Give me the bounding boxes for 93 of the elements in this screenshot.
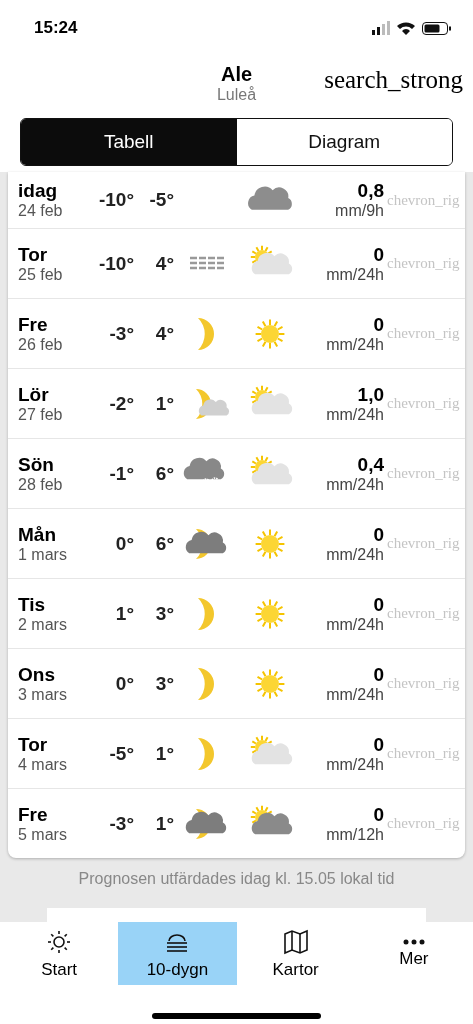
row-link[interactable]: chevron_rig: [384, 465, 460, 482]
view-tab[interactable]: Tabell: [21, 119, 237, 165]
wifi-icon: [397, 21, 415, 35]
day-name: Fre: [18, 803, 49, 826]
row-link[interactable]: chevron_rig: [384, 675, 460, 692]
row-link[interactable]: chevron_rig: [384, 605, 460, 622]
precipitation-amount: 0: [373, 593, 384, 616]
low-temperature: -10°: [97, 189, 134, 211]
row-link[interactable]: chevron_rig: [384, 325, 460, 342]
nav-tab[interactable]: Start: [0, 922, 119, 985]
nav-label: 10-dygn: [146, 959, 209, 980]
day-date: 25 feb: [18, 265, 64, 284]
night-weather-icon: [197, 316, 215, 351]
row-link[interactable]: chevron_rig: [384, 535, 460, 552]
day-name: Fre: [18, 313, 49, 336]
day-name: Sön: [18, 453, 55, 476]
row-link[interactable]: chevron_rig: [384, 745, 460, 762]
signal-icon: [372, 21, 390, 35]
nav-label: Mer: [399, 948, 429, 969]
location-title: Ale: [220, 62, 253, 86]
nav-label: Start: [41, 959, 78, 980]
nav-tab[interactable]: Kartor: [236, 922, 355, 985]
day-date: 5 mars: [18, 825, 68, 844]
precipitation-amount: 0,8: [357, 180, 384, 202]
row-link[interactable]: chevron_rig: [384, 395, 460, 412]
high-temperature: 6°: [154, 532, 174, 555]
precipitation-unit: mm/24h: [326, 755, 384, 774]
precipitation-amount: 0,4: [357, 453, 384, 476]
nav-tab[interactable]: 10-dygn: [118, 922, 237, 985]
low-temperature: -3°: [108, 322, 134, 345]
day-name: Mån: [18, 523, 57, 546]
high-temperature: 1°: [154, 392, 174, 415]
high-temperature: 1°: [154, 812, 174, 835]
day-date: 28 feb: [18, 475, 64, 494]
low-temperature: -5°: [108, 742, 134, 765]
day-date: 24 feb: [18, 202, 64, 220]
day-name: Tor: [18, 243, 49, 266]
high-temperature: 4°: [154, 322, 174, 345]
low-temperature: 0°: [114, 672, 134, 695]
day-date: 3 mars: [18, 685, 68, 704]
precipitation-unit: mm/24h: [326, 615, 384, 634]
precipitation-unit: mm/12h: [326, 825, 384, 844]
precipitation-amount: 0: [373, 733, 384, 756]
precipitation-amount: 0: [373, 243, 384, 266]
night-weather-icon: [197, 736, 215, 771]
map-icon: [281, 927, 310, 956]
day-name: Tis: [18, 593, 47, 616]
high-temperature: 1°: [154, 742, 174, 765]
precipitation-unit: mm/24h: [326, 685, 384, 704]
row-link[interactable]: chevron_rig: [384, 815, 460, 832]
night-weather-icon: [197, 666, 215, 701]
search-button[interactable]: search_strong: [324, 66, 463, 94]
precipitation-amount: 0: [373, 313, 384, 336]
precipitation-unit: mm/24h: [326, 475, 384, 494]
nav-tab[interactable]: Mer: [354, 922, 473, 985]
low-temperature: 1°: [114, 602, 134, 625]
precipitation-unit: mm/24h: [326, 405, 384, 424]
location-subtitle: Luleå: [216, 85, 257, 104]
day-date: 27 feb: [18, 405, 64, 424]
forecast-note: Prognosen utfärdades idag kl. 15.05 lokal tid: [77, 870, 396, 888]
day-name: Tor: [18, 733, 49, 756]
status-time: 15:24: [34, 18, 78, 38]
high-temperature: 6°: [154, 462, 174, 485]
low-temperature: 0°: [114, 532, 134, 555]
precipitation-amount: 1,0: [357, 383, 384, 406]
night-weather-icon: [197, 596, 215, 631]
high-temperature: 3°: [154, 672, 174, 695]
precipitation-amount: 0: [373, 803, 384, 826]
nav-label: Kartor: [272, 959, 319, 980]
low-temperature: -1°: [108, 462, 134, 485]
battery-icon: [422, 21, 451, 35]
high-temperature: 3°: [154, 602, 174, 625]
row-link[interactable]: chevron_rig: [384, 255, 460, 272]
precipitation-amount: 0: [373, 523, 384, 546]
day-date: 4 mars: [18, 755, 68, 774]
precipitation-unit: mm/9h: [335, 202, 384, 220]
precipitation-unit: mm/24h: [326, 335, 384, 354]
precipitation-amount: 0: [373, 663, 384, 686]
high-temperature: 4°: [154, 252, 174, 275]
row-link[interactable]: chevron_rig: [384, 191, 460, 209]
precipitation-unit: mm/24h: [326, 265, 384, 284]
day-date: 26 feb: [18, 335, 64, 354]
low-temperature: -3°: [108, 812, 134, 835]
day-date: 2 mars: [18, 615, 68, 634]
day-date: 1 mars: [18, 545, 68, 564]
day-name: idag: [18, 180, 59, 202]
low-temperature: -2°: [108, 392, 134, 415]
low-temperature: -10°: [97, 252, 134, 275]
more-icon: [402, 938, 425, 945]
day-name: Lör: [18, 383, 50, 406]
precipitation-unit: mm/24h: [326, 545, 384, 564]
high-temperature: -5°: [148, 189, 174, 211]
day-name: Ons: [18, 663, 56, 686]
